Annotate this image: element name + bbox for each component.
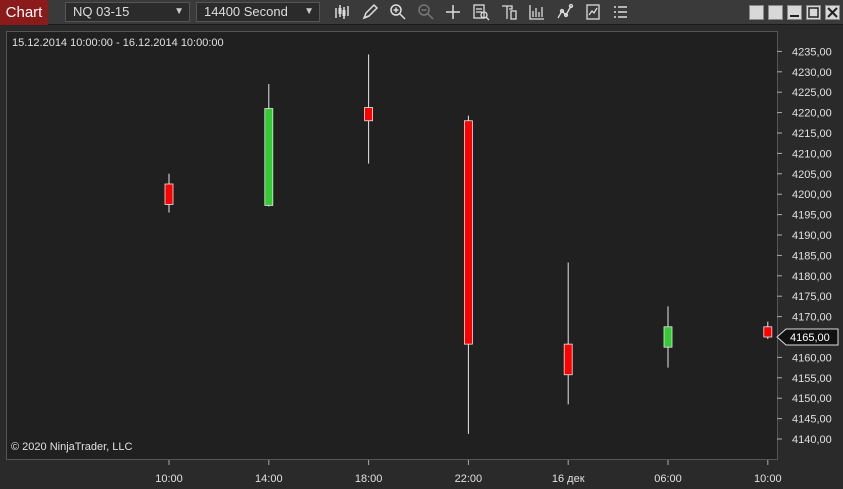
y-tick-label: 4160,00 [792,352,832,364]
x-tick-label: 16 дек [552,473,585,485]
y-tick-label: 4200,00 [792,189,832,201]
candle-body [463,120,473,345]
y-tick-label: 4180,00 [792,271,832,283]
y-tick-label: 4145,00 [792,414,832,426]
y-tick-label: 4230,00 [792,67,832,79]
candle-body [763,326,773,338]
candle-body [264,108,274,206]
x-tick-label: 10:00 [754,473,782,485]
y-tick-label: 4235,00 [792,46,832,58]
y-tick-label: 4185,00 [792,250,832,262]
x-tick-label: 14:00 [255,473,283,485]
date-range-label: 15.12.2014 10:00:00 - 16.12.2014 10:00:0… [12,37,224,49]
y-tick-label: 4220,00 [792,108,832,120]
x-tick-label: 10:00 [155,473,183,485]
candle-body [663,326,673,348]
y-tick-label: 4225,00 [792,87,832,99]
x-tick-label: 06:00 [654,473,682,485]
y-tick-label: 4140,00 [792,434,832,446]
last-price-label: 4165,00 [790,332,830,344]
y-tick-label: 4215,00 [792,128,832,140]
y-tick-label: 4205,00 [792,169,832,181]
y-tick-label: 4150,00 [792,393,832,405]
y-tick-label: 4210,00 [792,148,832,160]
x-tick-label: 18:00 [355,473,383,485]
price-chart: 4140,00 4145,00 4150,00 4155,00 4160,00 4165,… [155,46,839,485]
y-tick-label: 4155,00 [792,373,832,385]
copyright-label: © 2020 NinjaTrader, LLC [11,441,133,453]
y-tick-label: 4175,00 [792,291,832,303]
y-tick-label: 4170,00 [792,312,832,324]
x-tick-label: 22:00 [455,473,483,485]
candle-body [364,107,374,122]
y-tick-label: 4195,00 [792,210,832,222]
y-tick-label: 4190,00 [792,230,832,242]
candle-body [164,183,174,205]
candle-body [563,343,573,376]
